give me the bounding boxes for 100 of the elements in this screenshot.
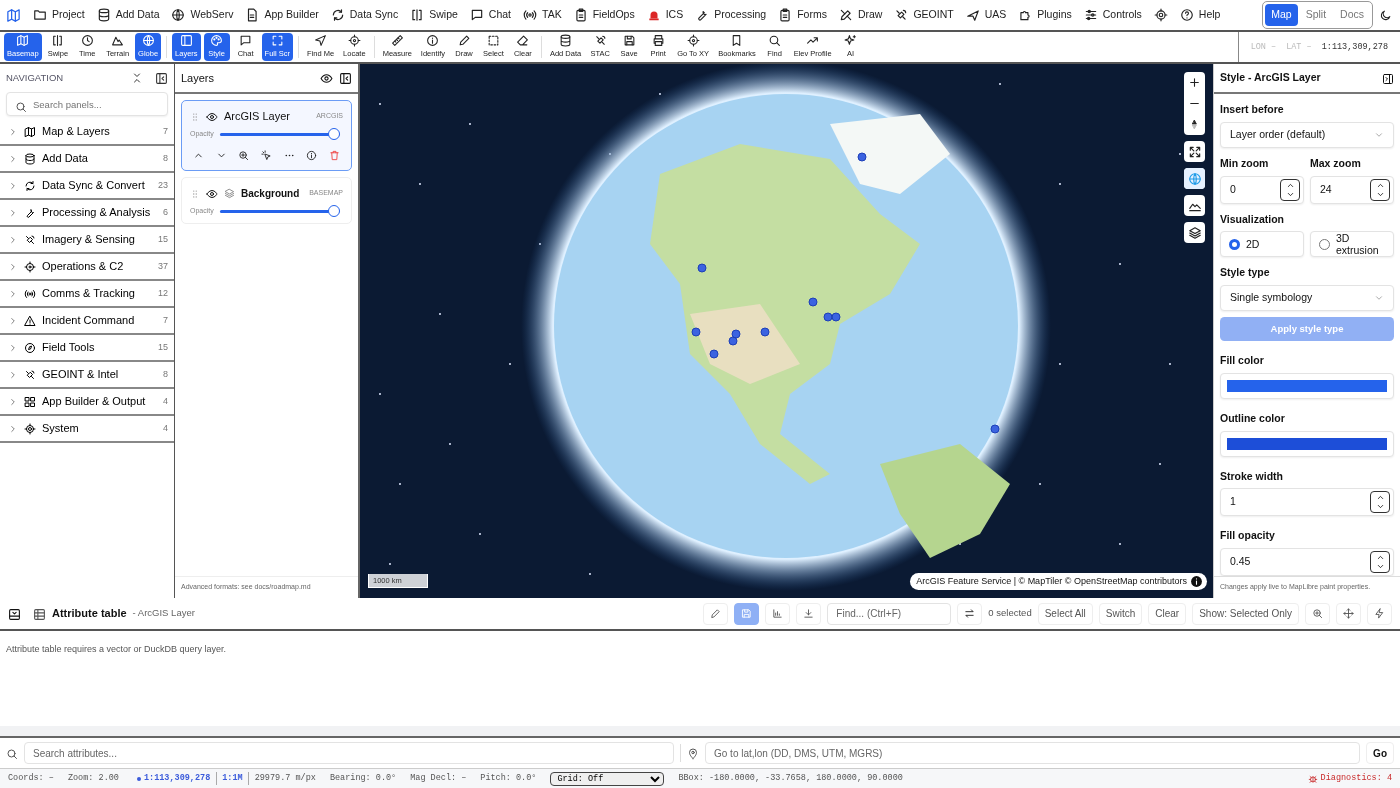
- search-field[interactable]: Search panels...: [6, 92, 168, 116]
- radio-button[interactable]: [1229, 238, 1240, 250]
- menu-item[interactable]: Forms: [772, 1, 833, 29]
- color-swatch[interactable]: [1227, 379, 1387, 392]
- table-action-button[interactable]: Select All: [1037, 602, 1093, 625]
- zoom-button[interactable]: [1305, 602, 1330, 625]
- save-icon: [741, 608, 753, 619]
- menu-item[interactable]: Data Sync: [324, 1, 405, 29]
- grip-icon: [190, 111, 200, 122]
- swap-button[interactable]: [957, 602, 983, 625]
- diagnostics-button[interactable]: Diagnostics: 4: [1307, 772, 1392, 785]
- layer-name: ArcGIS Layer: [224, 108, 291, 124]
- menu-item[interactable]: TAK: [517, 1, 568, 29]
- view-mode-tab[interactable]: Docs: [1334, 4, 1370, 26]
- moon-icon: [1379, 8, 1392, 22]
- search-icon: [15, 100, 27, 113]
- menu-item[interactable]: UAS: [959, 1, 1013, 29]
- menu-item[interactable]: Swipe: [404, 1, 464, 29]
- plane-icon: [965, 8, 980, 22]
- attribution-text: ArcGIS Feature Service | © MapTiler © OpenStreetMap contributors: [916, 574, 1187, 588]
- panel-left-icon: [155, 71, 168, 85]
- bolt-icon: [1374, 608, 1385, 619]
- info-icon: [306, 150, 318, 162]
- sliders-icon: [1083, 8, 1098, 22]
- chevron-down-icon: [1375, 562, 1385, 571]
- number-field[interactable]: 1: [1220, 488, 1394, 517]
- eye-icon: [206, 110, 218, 123]
- attribute-search-field[interactable]: Search attributes...: [24, 742, 674, 764]
- select-field[interactable]: Layer order (default): [1220, 121, 1394, 148]
- info-icon: [426, 34, 440, 48]
- chevron-right-icon: [8, 208, 18, 219]
- find-field[interactable]: Find... (Ctrl+F): [827, 602, 952, 625]
- puzzle-icon: [1018, 8, 1033, 22]
- panel-title: Attribute table: [52, 606, 127, 622]
- spin-button[interactable]: [1370, 178, 1390, 201]
- menu-item[interactable]: App Builder: [239, 1, 325, 29]
- chevron-right-icon: [8, 289, 18, 300]
- spin-button[interactable]: [1370, 491, 1390, 514]
- pitch-readout: Pitch: 0.0°: [480, 772, 537, 785]
- grid-icon: [24, 395, 36, 408]
- select-field[interactable]: Single symbology: [1220, 285, 1394, 311]
- chart-button[interactable]: [765, 602, 791, 625]
- mountain-icon: [111, 34, 125, 48]
- menu-item[interactable]: Draw: [832, 1, 889, 29]
- panel-title: NAVIGATION: [6, 70, 64, 85]
- sparkles-icon: [844, 34, 858, 48]
- view-mode-tab[interactable]: Map: [1265, 4, 1298, 26]
- color-swatch[interactable]: [1227, 437, 1387, 450]
- number-field[interactable]: 24: [1310, 175, 1394, 204]
- chevron-down-icon: [1374, 293, 1384, 303]
- menu-item[interactable]: Add Data: [90, 1, 166, 29]
- go-button[interactable]: Go: [1366, 742, 1394, 764]
- help-icon: [1179, 8, 1194, 22]
- menu-item[interactable]: Controls: [1077, 1, 1148, 29]
- pen-ruler-icon: [838, 8, 853, 22]
- globe-button[interactable]: [1184, 168, 1205, 189]
- scale-readout: 1:113,309,278: [143, 772, 211, 785]
- menu-item[interactable]: FieldOps: [567, 1, 641, 29]
- opacity-slider[interactable]: [219, 205, 340, 217]
- spin-button[interactable]: [1280, 178, 1300, 201]
- field-label: Outline color: [1220, 410, 1286, 426]
- pan-button[interactable]: [1336, 602, 1361, 625]
- search-icon: [6, 747, 18, 760]
- crosshair-icon: [24, 260, 36, 273]
- chevron-right-icon: [8, 235, 18, 246]
- signal-icon: [523, 8, 537, 22]
- number-field[interactable]: 0: [1220, 175, 1304, 204]
- flash-button[interactable]: [1367, 602, 1392, 625]
- menu-item[interactable]: GEOINT: [888, 1, 960, 29]
- menu-item[interactable]: Chat: [463, 1, 517, 29]
- search-icon: [768, 34, 782, 48]
- table-action-button[interactable]: Clear: [1148, 602, 1187, 625]
- database-icon: [559, 34, 572, 48]
- menu-item[interactable]: Processing: [689, 1, 773, 29]
- document-icon: [245, 8, 260, 22]
- field-label: Fill opacity: [1220, 528, 1276, 544]
- scale-dot-icon: [136, 776, 141, 781]
- export-button[interactable]: [796, 602, 822, 625]
- table-icon: [33, 607, 46, 621]
- menu-item[interactable]: Plugins: [1012, 1, 1078, 29]
- wrench-icon: [695, 8, 710, 22]
- swap-icon: [964, 608, 976, 619]
- grid-select[interactable]: Grid: Off: [550, 771, 665, 786]
- menu-item[interactable]: Help: [1173, 1, 1227, 29]
- spin-button[interactable]: [1370, 551, 1390, 573]
- chart-icon: [772, 608, 784, 619]
- compass-arrow-icon: [1189, 119, 1200, 130]
- goto-field[interactable]: Go to lat,lon (DD, DMS, UTM, MGRS): [705, 742, 1361, 764]
- scale-readout: 1:1M: [216, 772, 249, 785]
- gear-icon: [24, 422, 36, 435]
- menu-item[interactable]: WebServ: [165, 1, 240, 29]
- view-mode-tab[interactable]: Split: [1299, 4, 1333, 26]
- menu-item[interactable]: ICS: [640, 1, 690, 29]
- number-field[interactable]: 0.45: [1220, 548, 1394, 576]
- menu-item[interactable]: Project: [27, 1, 91, 29]
- bbox-readout: BBox: -180.0000, -33.7658, 180.0000, 90.0000: [678, 772, 903, 785]
- opacity-slider[interactable]: [219, 128, 340, 140]
- table-action-button[interactable]: Show: Selected Only: [1192, 602, 1299, 625]
- columns-icon: [410, 8, 425, 22]
- table-action-button[interactable]: Switch: [1098, 602, 1143, 625]
